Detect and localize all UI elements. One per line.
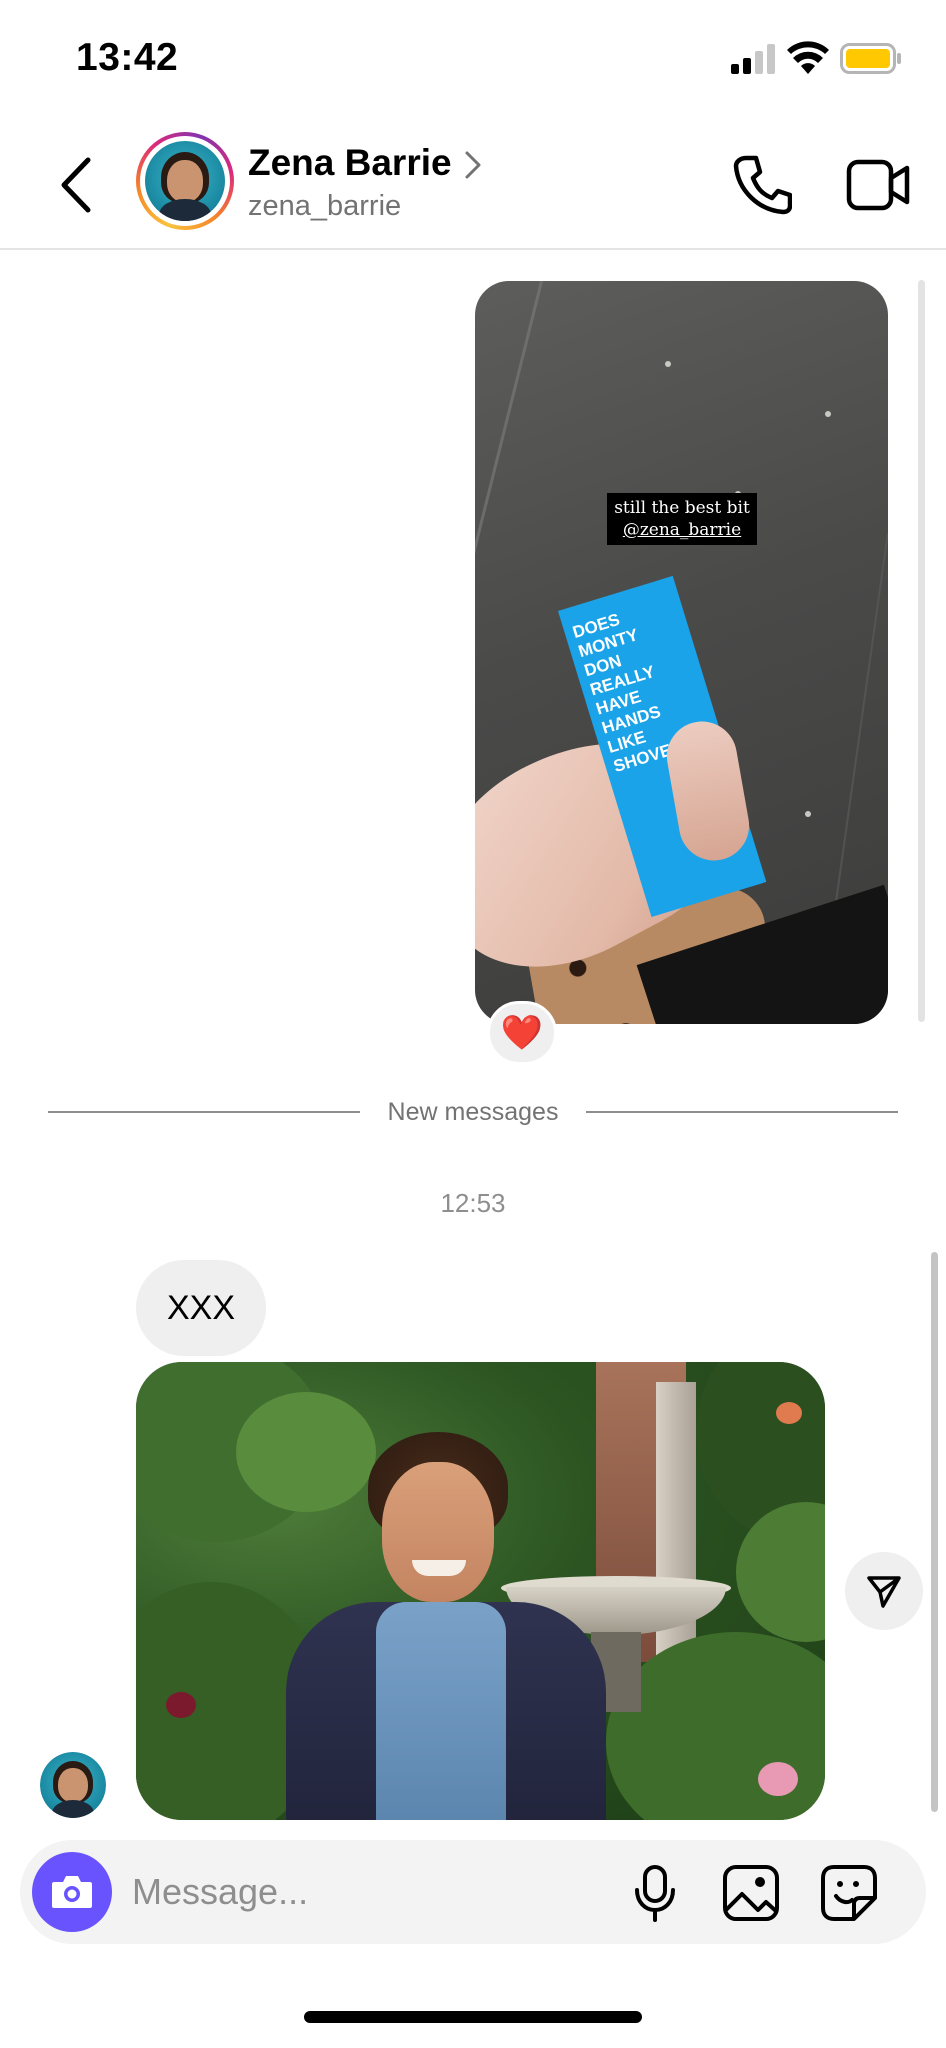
camera-button[interactable] bbox=[32, 1852, 112, 1932]
new-messages-label: New messages bbox=[387, 1098, 559, 1126]
share-button[interactable] bbox=[845, 1552, 923, 1630]
story-caption-text: still the best bit bbox=[614, 498, 750, 518]
status-bar: 13:42 bbox=[0, 0, 946, 120]
chevron-right-icon[interactable] bbox=[462, 148, 484, 182]
scrollbar[interactable] bbox=[931, 1252, 938, 1812]
sticker-icon[interactable] bbox=[820, 1864, 878, 1922]
message-text: XXX bbox=[166, 1288, 236, 1327]
contact-name[interactable]: Zena Barrie bbox=[248, 142, 452, 184]
phone-icon[interactable] bbox=[732, 154, 792, 216]
send-paper-plane-icon bbox=[867, 1576, 901, 1608]
scrollbar-track bbox=[918, 280, 925, 1022]
wifi-icon bbox=[787, 41, 829, 74]
chat-header: Zena Barrie zena_barrie bbox=[0, 120, 946, 250]
divider-line-left bbox=[48, 1111, 360, 1113]
message-input[interactable] bbox=[132, 1866, 592, 1918]
message-timestamp: 12:53 bbox=[440, 1188, 506, 1218]
contact-avatar[interactable] bbox=[136, 132, 234, 230]
story-mention[interactable]: @zena_barrie bbox=[613, 519, 751, 541]
story-caption: still the best bit @zena_barrie bbox=[607, 493, 757, 545]
cellular-signal-icon bbox=[731, 44, 775, 74]
home-indicator[interactable] bbox=[304, 2011, 642, 2023]
camera-icon bbox=[52, 1876, 92, 1908]
message-composer bbox=[20, 1840, 926, 1944]
image-gallery-icon[interactable] bbox=[722, 1864, 780, 1922]
divider-line-right bbox=[586, 1111, 898, 1113]
microphone-icon[interactable] bbox=[632, 1864, 678, 1922]
photo-message[interactable] bbox=[136, 1362, 825, 1820]
message-bubble[interactable]: XXX bbox=[136, 1260, 266, 1356]
back-button[interactable] bbox=[52, 152, 102, 218]
sender-avatar[interactable] bbox=[40, 1752, 106, 1818]
video-camera-icon[interactable] bbox=[846, 156, 910, 214]
contact-handle[interactable]: zena_barrie bbox=[248, 190, 401, 223]
shared-story-message[interactable]: still the best bit @zena_barrie DOES MON… bbox=[475, 281, 888, 1024]
status-time: 13:42 bbox=[76, 36, 179, 79]
heart-reaction-icon[interactable]: ❤️ bbox=[487, 1001, 557, 1065]
battery-low-power-icon bbox=[840, 43, 901, 74]
